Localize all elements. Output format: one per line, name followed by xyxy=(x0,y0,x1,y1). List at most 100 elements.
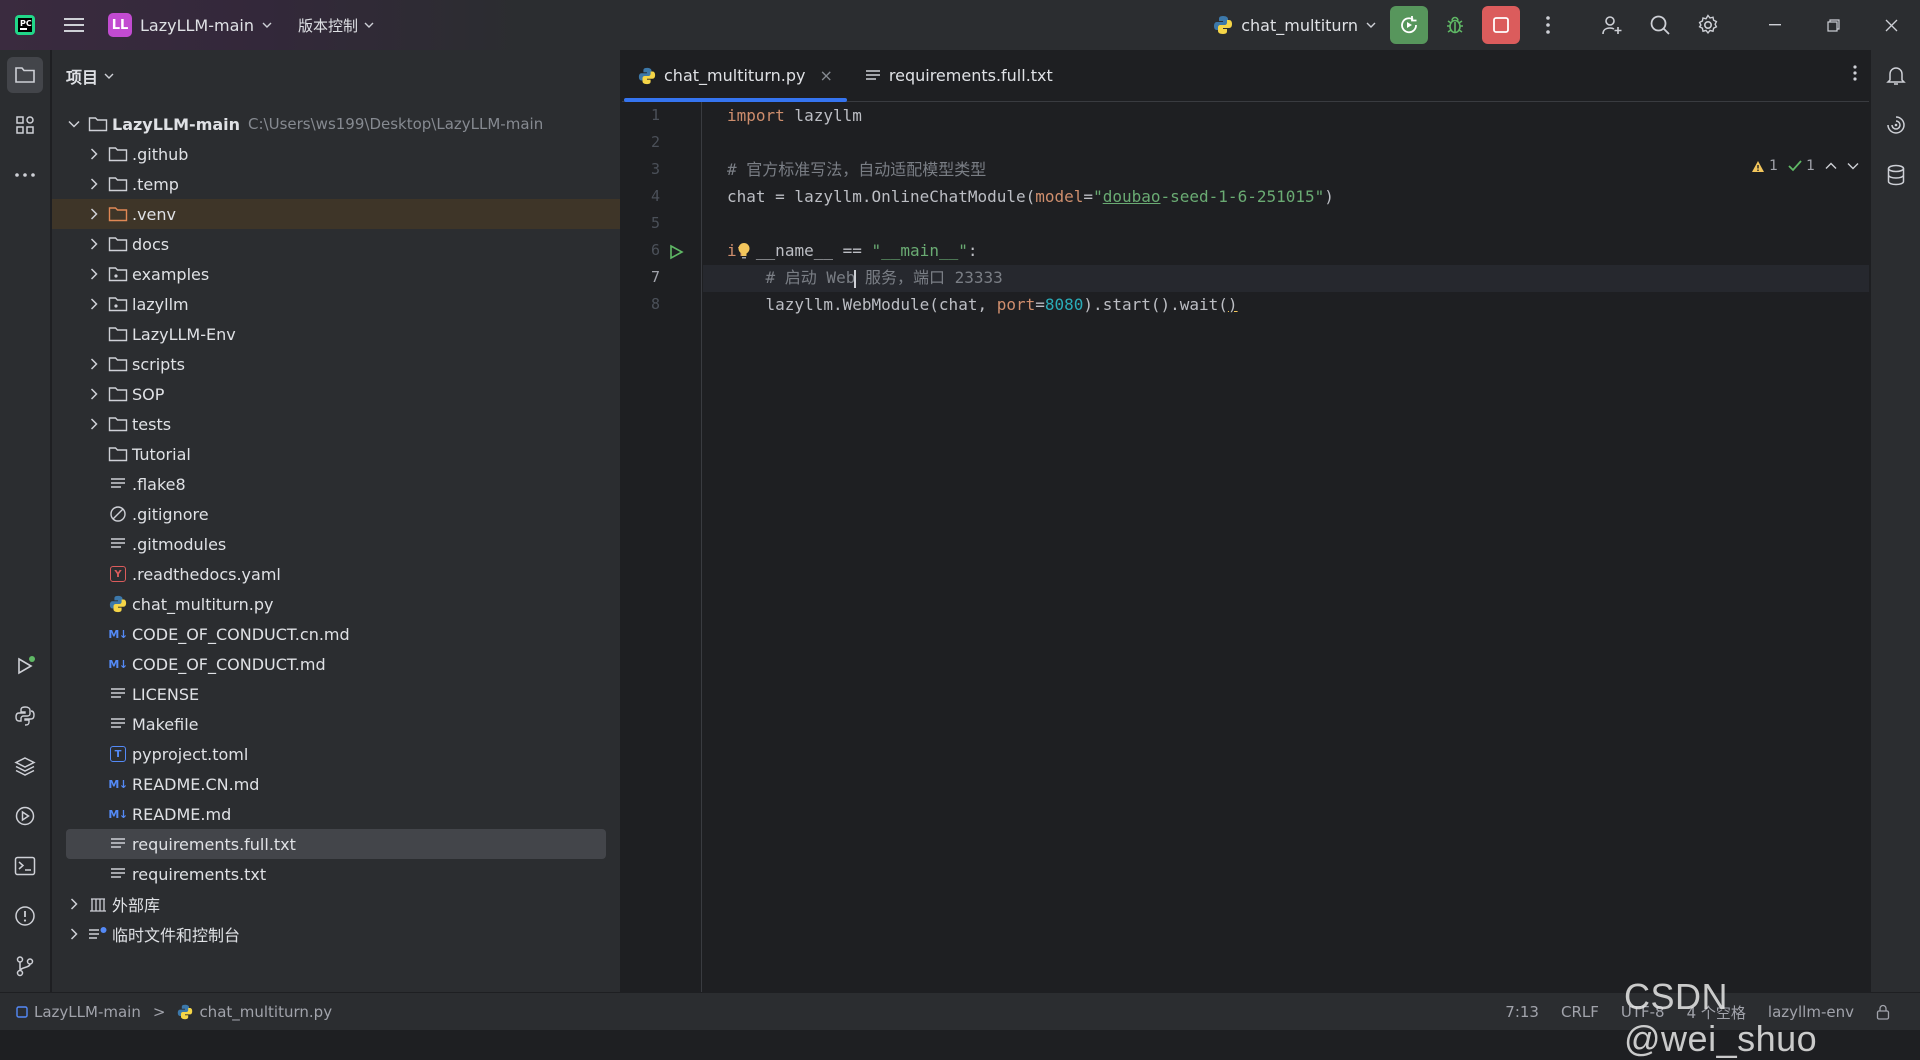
chevron-right-icon[interactable] xyxy=(86,296,102,312)
warning-icon xyxy=(1752,160,1765,172)
tree-item-label: examples xyxy=(132,264,210,284)
project-panel-header[interactable]: 项目 xyxy=(52,50,620,102)
chevron-right-icon[interactable] xyxy=(86,356,102,372)
tree-item-requirements-full-txt[interactable]: requirements.full.txt xyxy=(66,829,606,859)
tree-item-readme-md[interactable]: M↓ README.md xyxy=(66,799,606,829)
tree-item-docs[interactable]: docs xyxy=(66,229,606,259)
stop-button[interactable] xyxy=(1482,6,1520,44)
add-user-icon[interactable] xyxy=(1588,0,1636,50)
python-file-icon xyxy=(108,594,128,614)
chevron-right-icon[interactable] xyxy=(86,266,102,282)
ai-assistant-icon[interactable] xyxy=(1878,107,1914,143)
chevron-up-icon[interactable] xyxy=(1825,162,1837,170)
toml-file-icon: T xyxy=(108,744,128,764)
tree-external-libraries[interactable]: 外部库 xyxy=(66,889,606,919)
line-separator[interactable]: CRLF xyxy=(1561,1003,1599,1021)
run-gutter-icon[interactable] xyxy=(668,244,684,260)
tree-item-lazyllm-env[interactable]: LazyLLM-Env xyxy=(66,319,606,349)
python-packages-layers-icon[interactable] xyxy=(7,748,43,784)
tree-item-readme-cn-md[interactable]: M↓ README.CN.md xyxy=(66,769,606,799)
structure-icon[interactable] xyxy=(7,107,43,143)
run-configuration-selector[interactable]: chat_multiturn xyxy=(1203,8,1386,42)
chevron-right-icon[interactable] xyxy=(86,206,102,222)
vcs-label: 版本控制 xyxy=(297,16,358,35)
breadcrumb-project[interactable]: LazyLLM-main xyxy=(34,1003,141,1021)
project-switcher[interactable]: LL LazyLLM-main xyxy=(98,8,282,42)
tree-item-lazyllm[interactable]: lazyllm xyxy=(66,289,606,319)
more-actions-icon[interactable] xyxy=(1524,0,1572,50)
search-icon[interactable] xyxy=(1636,0,1684,50)
tree-item-examples[interactable]: examples xyxy=(66,259,606,289)
title-bar: PC LL LazyLLM-main 版本控制 chat_multiturn xyxy=(0,0,1920,50)
tab-close-icon[interactable]: × xyxy=(819,66,832,85)
chevron-right-icon[interactable] xyxy=(86,146,102,162)
tree-item-makefile[interactable]: Makefile xyxy=(66,709,606,739)
tree-item-code-of-conduct-cn-md[interactable]: M↓ CODE_OF_CONDUCT.cn.md xyxy=(66,619,606,649)
tree-item-github[interactable]: .github xyxy=(66,139,606,169)
tree-scratches-and-consoles[interactable]: 临时文件和控制台 xyxy=(66,919,606,949)
git-branch-icon[interactable] xyxy=(7,948,43,984)
chevron-right-icon[interactable] xyxy=(66,926,82,942)
tree-item-chat-multiturn-py[interactable]: chat_multiturn.py xyxy=(66,589,606,619)
code-editor[interactable]: 1 1 import lazyllm # 官方标准写法，自动适配模型类型 cha… xyxy=(703,102,1869,992)
python-console-icon[interactable] xyxy=(7,698,43,734)
tree-item-venv[interactable]: .venv xyxy=(52,199,620,229)
main-menu-icon[interactable] xyxy=(50,0,98,50)
chevron-right-icon[interactable] xyxy=(86,176,102,192)
database-icon[interactable] xyxy=(1878,157,1914,193)
restore-icon[interactable] xyxy=(1804,0,1862,50)
chevron-right-icon[interactable] xyxy=(86,416,102,432)
chevron-right-icon[interactable] xyxy=(66,896,82,912)
tree-item-pyproject-toml[interactable]: T pyproject.toml xyxy=(66,739,606,769)
folder-icon xyxy=(108,384,128,404)
tab-options-icon[interactable] xyxy=(1853,64,1857,82)
close-window-icon[interactable] xyxy=(1862,0,1920,50)
run-tool-icon[interactable] xyxy=(7,648,43,684)
tree-item-gitmodules[interactable]: .gitmodules xyxy=(66,529,606,559)
tree-item-scripts[interactable]: scripts xyxy=(66,349,606,379)
tree-item-tests[interactable]: tests xyxy=(66,409,606,439)
tree-item-label: pyproject.toml xyxy=(132,744,249,764)
project-avatar: LL xyxy=(108,13,132,37)
rerun-button[interactable] xyxy=(1390,6,1428,44)
caret-position[interactable]: 7:13 xyxy=(1505,1003,1539,1021)
services-icon[interactable] xyxy=(7,798,43,834)
debug-button[interactable] xyxy=(1436,6,1474,44)
text-file-icon xyxy=(108,834,128,854)
breadcrumb-file[interactable]: chat_multiturn.py xyxy=(199,1003,332,1021)
settings-gear-icon[interactable] xyxy=(1684,0,1732,50)
inspection-widget[interactable]: 1 1 xyxy=(1751,158,1859,174)
vcs-widget[interactable]: 版本控制 xyxy=(288,8,384,42)
line-number: 1 xyxy=(650,106,660,124)
text-file-icon xyxy=(108,864,128,884)
notifications-bell-icon[interactable] xyxy=(1878,57,1914,93)
chevron-down-icon[interactable] xyxy=(1847,162,1859,170)
tree-item-gitignore[interactable]: .gitignore xyxy=(66,499,606,529)
tree-item-tutorial[interactable]: Tutorial xyxy=(66,439,606,469)
chevron-right-icon[interactable] xyxy=(86,236,102,252)
problems-icon[interactable] xyxy=(7,898,43,934)
tree-item-label: .temp xyxy=(132,174,179,194)
tree-item-code-of-conduct-md[interactable]: M↓ CODE_OF_CONDUCT.md xyxy=(66,649,606,679)
tree-item-license[interactable]: LICENSE xyxy=(66,679,606,709)
tree-root-lazyllm-main[interactable]: LazyLLM-main C:\Users\ws199\Desktop\Lazy… xyxy=(66,109,606,139)
tree-item-sop[interactable]: SOP xyxy=(66,379,606,409)
more-tools-icon[interactable] xyxy=(7,157,43,193)
minimize-icon[interactable] xyxy=(1746,0,1804,50)
tree-item-label: SOP xyxy=(132,384,165,404)
terminal-icon[interactable] xyxy=(7,848,43,884)
tree-item-flake8[interactable]: .flake8 xyxy=(66,469,606,499)
text-file-icon xyxy=(865,69,880,80)
chevron-right-icon[interactable] xyxy=(86,386,102,402)
tree-item-temp[interactable]: .temp xyxy=(66,169,606,199)
tree-item-requirements-txt[interactable]: requirements.txt xyxy=(66,859,606,889)
pycharm-logo-icon[interactable]: PC xyxy=(0,0,50,50)
tree-item-readthedocs-yaml[interactable]: Y .readthedocs.yaml xyxy=(66,559,606,589)
intention-bulb-icon[interactable] xyxy=(737,242,751,260)
tab-chat-multiturn-py[interactable]: chat_multiturn.py × xyxy=(622,50,849,102)
chevron-down-icon[interactable] xyxy=(66,116,82,132)
code-line-1: import lazyllm xyxy=(727,106,862,125)
tab-requirements-full-txt[interactable]: requirements.full.txt xyxy=(849,50,1069,102)
yaml-file-icon: Y xyxy=(108,564,128,584)
project-tool-folder-icon[interactable] xyxy=(7,57,43,93)
